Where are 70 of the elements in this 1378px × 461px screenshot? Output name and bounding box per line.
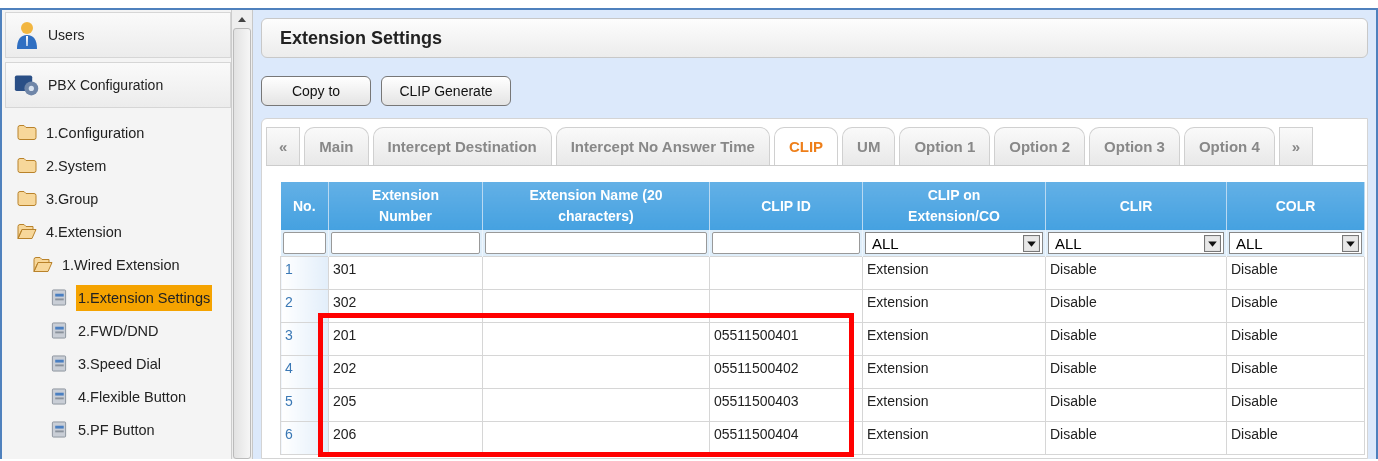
table-cell: Extension — [867, 393, 929, 409]
scrollbar[interactable] — [231, 10, 252, 459]
table-cell: 201 — [333, 327, 357, 343]
filter-field[interactable] — [282, 232, 326, 254]
table-cell: Disable — [1231, 261, 1278, 277]
settings-page-icon — [49, 421, 69, 438]
table-cell: Extension — [867, 261, 929, 277]
table-cell: 302 — [333, 294, 357, 310]
table-cell: Extension — [867, 327, 929, 343]
table-row[interactable]: 3 201 05511500401 Extension Disable Disable — [280, 322, 1365, 356]
tree-item[interactable]: 4.Extension — [5, 215, 232, 248]
table-cell: Extension — [867, 294, 929, 310]
filter-field[interactable] — [712, 232, 860, 254]
table-cell: 05511500403 — [714, 393, 799, 409]
table-cell: Disable — [1231, 426, 1278, 442]
tree-item[interactable]: 3.Speed Dial — [5, 347, 232, 380]
table-row[interactable]: 6 206 05511500404 Extension Disable Disable — [280, 421, 1365, 455]
toolbar-button[interactable]: Copy to — [261, 76, 371, 106]
table-cell: 4 — [285, 360, 293, 376]
table-cell: 05511500401 — [714, 327, 799, 343]
settings-page-icon — [49, 355, 69, 372]
table-cell: 3 — [285, 327, 293, 343]
filter-dropdown[interactable]: ALL — [1048, 232, 1224, 254]
table-cell: 05511500404 — [714, 426, 799, 442]
table-cell: 2 — [285, 294, 293, 310]
table-cell: Disable — [1050, 327, 1097, 343]
table-cell: Extension — [867, 360, 929, 376]
table-cell: Disable — [1050, 294, 1097, 310]
tree-item[interactable]: 1.Configuration — [5, 116, 232, 149]
table-cell: Disable — [1050, 426, 1097, 442]
table-cell: 301 — [333, 261, 357, 277]
filter-field[interactable] — [331, 232, 480, 254]
settings-page-icon — [49, 388, 69, 405]
tree-item[interactable]: 2.FWD/DND — [5, 314, 232, 347]
tree-item[interactable]: 4.Flexible Button — [5, 380, 232, 413]
table-row[interactable]: 2 302 Extension Disable Disable — [280, 289, 1365, 323]
tree-item[interactable]: 3.Group — [5, 182, 232, 215]
table-row[interactable]: 1 301 Extension Disable Disable — [280, 256, 1365, 290]
user-icon — [14, 20, 40, 50]
filter-dropdown[interactable]: ALL — [865, 232, 1043, 254]
table-cell: Disable — [1231, 360, 1278, 376]
table-row[interactable]: 5 205 05511500403 Extension Disable Disable — [280, 388, 1365, 422]
settings-page-icon — [49, 289, 69, 306]
tree-item[interactable]: 5.PF Button — [5, 413, 232, 446]
table-cell: Disable — [1231, 327, 1278, 343]
page-title: Extension Settings — [280, 27, 443, 49]
filter-field[interactable] — [485, 232, 707, 254]
sidebar-section[interactable]: Users — [5, 12, 232, 58]
table-cell: Disable — [1050, 261, 1097, 277]
toolbar-button[interactable]: CLIP Generate — [381, 76, 511, 106]
table-row[interactable]: 4 202 05511500402 Extension Disable Disable — [280, 355, 1365, 389]
table-cell: 206 — [333, 426, 357, 442]
tree-item[interactable]: 1.Extension Settings — [5, 281, 232, 314]
sidebar-section[interactable]: PBX Configuration — [5, 62, 232, 108]
table-cell: Extension — [867, 426, 929, 442]
settings-page-icon — [49, 322, 69, 339]
table-cell: Disable — [1231, 393, 1278, 409]
table-cell: Disable — [1231, 294, 1278, 310]
tree-item[interactable]: 1.Wired Extension — [5, 248, 232, 281]
table-cell: 6 — [285, 426, 293, 442]
table-cell: 205 — [333, 393, 357, 409]
table-cell: 5 — [285, 393, 293, 409]
table-cell: 202 — [333, 360, 357, 376]
table-cell: Disable — [1050, 393, 1097, 409]
tree-item[interactable]: 2.System — [5, 149, 232, 182]
table-cell: 05511500402 — [714, 360, 799, 376]
scroll-up-icon[interactable] — [237, 16, 248, 22]
table-cell: Disable — [1050, 360, 1097, 376]
filter-dropdown[interactable]: ALL — [1229, 232, 1362, 254]
table-cell: 1 — [285, 261, 293, 277]
